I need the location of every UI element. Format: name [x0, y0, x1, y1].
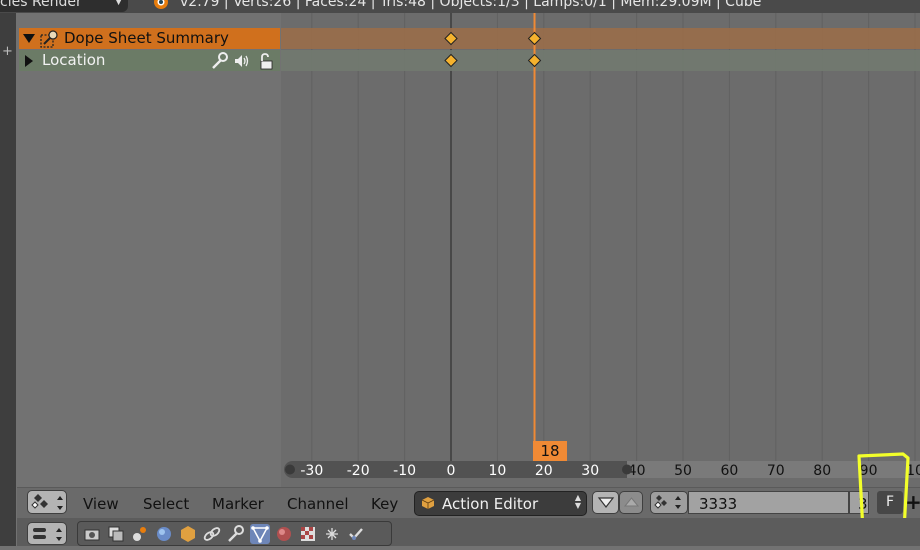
collapse-triangle-icon[interactable]	[23, 34, 35, 43]
ruler-tick-label: 60	[720, 463, 738, 478]
summary-row-band	[281, 28, 920, 49]
triangle-down-icon	[597, 497, 615, 508]
render-engine-label: cles Render	[0, 0, 82, 10]
properties-editor-type-button[interactable]	[27, 522, 67, 545]
ruler-scroll-handle[interactable]	[285, 464, 295, 475]
object-data-mesh-icon[interactable]	[250, 524, 270, 544]
channel-label: Dope Sheet Summary	[64, 29, 229, 47]
chevron-down-icon: ▼	[115, 0, 122, 7]
dope-sheet-summary-icon	[40, 30, 58, 48]
mode-dropdown[interactable]: Action Editor ▲ ▼	[414, 491, 587, 516]
blender-logo-icon	[154, 0, 168, 9]
ruler-tick-label: -30	[300, 463, 323, 478]
ruler-tick-label: 50	[674, 463, 692, 478]
world-icon[interactable]	[154, 524, 174, 544]
render-layers-icon[interactable]	[106, 524, 126, 544]
object-cube-icon[interactable]	[178, 524, 198, 544]
lock-open-icon[interactable]	[260, 53, 273, 70]
ruler-tick-label: 80	[813, 463, 831, 478]
stash-button[interactable]	[619, 491, 643, 514]
particles-icon[interactable]	[322, 524, 342, 544]
mute-speaker-icon[interactable]	[235, 55, 249, 67]
properties-context-tabs	[77, 521, 392, 546]
menu-select[interactable]: Select	[143, 495, 189, 513]
action-name-field[interactable]: 3333	[688, 491, 849, 514]
dope-sheet-editor-icon	[31, 494, 63, 510]
channel-row-dope-sheet-summary[interactable]: Dope Sheet Summary	[19, 28, 280, 49]
texture-checker-icon[interactable]	[298, 524, 318, 544]
ruler-tick-label: 0	[447, 463, 456, 478]
ruler-tick-label: -20	[347, 463, 370, 478]
spinner-arrows-icon: ▲ ▼	[574, 493, 581, 510]
ruler-tick-label: -10	[393, 463, 416, 478]
menu-channel[interactable]: Channel	[287, 495, 349, 513]
ruler-tick-label: 70	[767, 463, 785, 478]
render-engine-dropdown[interactable]: cles Render ▼	[0, 0, 128, 12]
action-cube-icon	[421, 497, 435, 509]
channel-list	[17, 13, 281, 487]
ruler-tick-label: 10	[488, 463, 506, 478]
location-row-band	[281, 50, 920, 71]
expand-toolbar-plus-icon[interactable]: +	[2, 44, 13, 59]
ruler-scroll-handle[interactable]	[622, 464, 632, 475]
menu-marker[interactable]: Marker	[212, 495, 264, 513]
dope-sheet-header: View Select Marker Channel Key Action Ed…	[17, 487, 920, 518]
editor-type-button[interactable]	[27, 490, 67, 514]
browse-action-button[interactable]	[650, 491, 688, 514]
toolbar-edge	[0, 13, 16, 546]
scene-icon[interactable]	[130, 524, 150, 544]
scene-stats: v2.79 | Verts:26 | Faces:24 | Tris:48 | …	[180, 0, 762, 10]
render-camera-icon[interactable]	[82, 524, 102, 544]
mode-label: Action Editor	[442, 495, 539, 513]
properties-header	[17, 518, 920, 546]
push-down-button[interactable]	[592, 491, 619, 514]
triangle-up-icon	[623, 497, 640, 507]
channel-toggle-icons	[212, 52, 273, 70]
modifier-wrench-icon[interactable]	[212, 52, 228, 69]
current-frame-indicator[interactable]: 18	[533, 441, 567, 461]
modifiers-wrench-icon[interactable]	[226, 524, 246, 544]
material-sphere-icon[interactable]	[274, 524, 294, 544]
constraints-link-icon[interactable]	[202, 524, 222, 544]
timeline-canvas	[281, 13, 920, 461]
channel-row-location[interactable]: Location	[19, 50, 280, 71]
action-browse-icon	[654, 495, 681, 509]
ruler-tick-label: 30	[581, 463, 599, 478]
menu-key[interactable]: Key	[371, 495, 398, 513]
channel-label: Location	[42, 51, 106, 69]
menu-view[interactable]: View	[83, 495, 119, 513]
expand-triangle-icon[interactable]	[25, 55, 33, 67]
physics-icon[interactable]	[346, 524, 366, 544]
frame-ruler-labels: -30 -20 -10 0 10 20 30 40 50 60 70 80 90 10	[285, 461, 920, 478]
ruler-tick-label: 20	[535, 463, 553, 478]
properties-editor-icon	[33, 528, 62, 541]
info-header: cles Render ▼ v2.79 | Verts:26 | Faces:2…	[0, 0, 920, 13]
